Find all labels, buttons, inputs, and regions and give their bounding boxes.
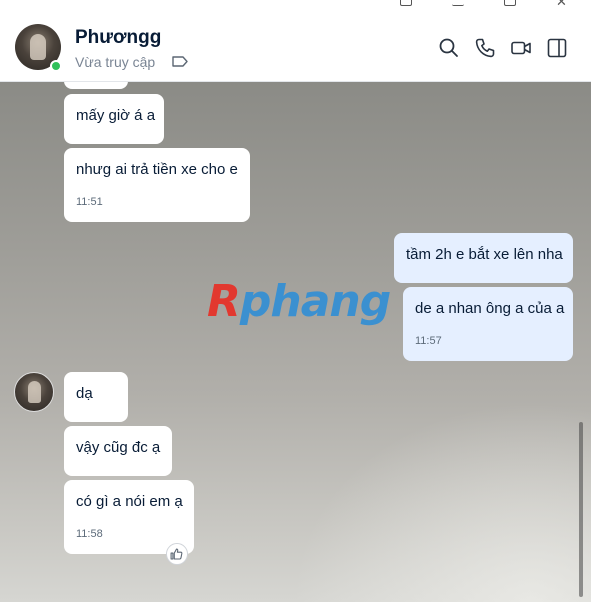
message-bubble[interactable]: mấy giờ á a [64, 94, 164, 144]
message-bubble[interactable]: dạ [64, 372, 128, 422]
window-minimize-icon[interactable] [452, 0, 464, 6]
online-status-dot [50, 60, 62, 72]
scrollbar-thumb[interactable] [579, 422, 583, 597]
watermark-logo: Rphang [207, 276, 391, 327]
message-text: có gì a nói em ạ [76, 493, 183, 510]
thumbs-up-icon [170, 548, 183, 560]
chat-header: Phươngg Vừa truy cập [0, 10, 591, 82]
message-list[interactable]: mấy giờ á a nhưg ai trả tiền xe cho e 11… [0, 82, 591, 602]
message-text: vậy cũg đc ạ [76, 439, 161, 456]
like-reaction-button[interactable] [166, 543, 188, 565]
tag-icon[interactable] [172, 56, 188, 67]
message-text: dạ [76, 385, 93, 402]
contact-status: Vừa truy cập [75, 54, 156, 70]
window-close-icon[interactable]: ✕ [556, 0, 567, 10]
message-time: 11:51 [76, 196, 103, 208]
message-text: nhưg ai trả tiền xe cho e [76, 161, 238, 178]
phone-icon[interactable] [474, 37, 496, 59]
message-bubble-clipped[interactable] [64, 82, 128, 89]
window-titlebar: ✕ [0, 0, 591, 10]
message-bubble-sent[interactable]: de a nhan ông a của a 11:57 [403, 287, 573, 361]
message-bubble-sent[interactable]: tầm 2h e bắt xe lên nha [394, 233, 573, 283]
search-icon[interactable] [438, 37, 460, 59]
message-time: 11:57 [415, 335, 442, 347]
video-icon[interactable] [510, 37, 532, 59]
window-restore-icon[interactable] [400, 0, 412, 6]
sender-avatar[interactable] [14, 372, 54, 412]
contact-name[interactable]: Phươngg [75, 27, 161, 49]
message-bubble[interactable]: nhưg ai trả tiền xe cho e 11:51 [64, 148, 250, 222]
message-text: mấy giờ á a [76, 107, 156, 124]
message-text: tầm 2h e bắt xe lên nha [406, 246, 563, 263]
message-bubble[interactable]: vậy cũg đc ạ [64, 426, 172, 476]
message-time: 11:58 [76, 528, 103, 540]
sidebar-toggle-icon[interactable] [546, 37, 568, 59]
window-maximize-icon[interactable] [504, 0, 516, 6]
message-text: de a nhan ông a của a [415, 300, 565, 317]
